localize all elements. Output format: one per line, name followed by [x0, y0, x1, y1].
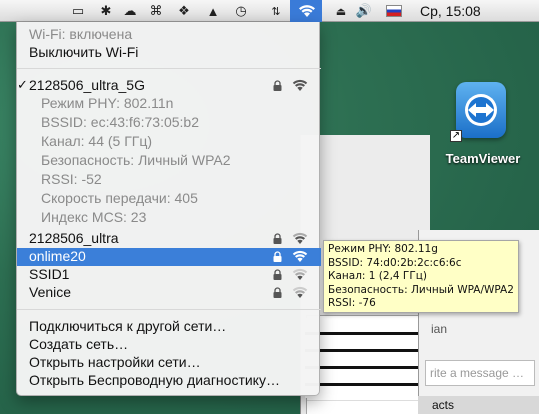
- tooltip-rssi: RSSI: -76: [328, 297, 376, 309]
- current-network-name: 2128506_ultra_5G: [29, 77, 145, 93]
- tooltip-bssid: BSSID: 74:d0:2b:2c:c6:6c: [328, 256, 462, 269]
- open-wireless-diagnostics-item[interactable]: Открыть Беспроводную диагностику…: [17, 372, 321, 390]
- wifi-dropdown-menu: Wi-Fi: включена Выключить Wi-Fi ✓ 212850…: [16, 22, 321, 396]
- tooltip-security: Безопасность: Личный WPA/WPA2: [328, 283, 514, 296]
- cloud-icon[interactable]: ☁: [122, 3, 138, 19]
- network-name: 2128506_ultra: [29, 230, 119, 246]
- chat-message-input[interactable]: rite a message …: [425, 360, 535, 386]
- display-icon[interactable]: ▭: [70, 3, 86, 19]
- lock-icon: [273, 233, 282, 244]
- network-item[interactable]: SSID1: [17, 266, 321, 284]
- alias-arrow-icon: ↗: [450, 130, 462, 142]
- menubar-clock[interactable]: Ср, 15:08: [420, 3, 481, 19]
- network-detail-rate: Скорость передачи: 405: [41, 190, 198, 206]
- wifi-status: Wi-Fi: включена: [29, 26, 133, 42]
- background-spreadsheet-lines: [305, 318, 425, 398]
- network-name: Venice: [29, 284, 72, 300]
- network-name: onlime20: [29, 248, 86, 264]
- network-item[interactable]: 2128506_ultra: [17, 230, 321, 248]
- toggle-wifi-item[interactable]: Выключить Wi-Fi: [17, 44, 321, 62]
- tooltip-phy: Режим PHY: 802.11g: [328, 243, 438, 255]
- wifi-signal-icon: [292, 250, 308, 262]
- current-network-item[interactable]: ✓ 2128506_ultra_5G: [17, 77, 321, 95]
- network-detail-channel: Канал: 44 (5 ГГц): [41, 133, 153, 149]
- chat-partial-label: ian: [431, 322, 448, 336]
- network-detail-mcs: Индекс MCS: 23: [41, 209, 147, 225]
- bluetooth-icon[interactable]: ✱: [98, 3, 114, 19]
- russian-flag-icon[interactable]: [386, 5, 402, 17]
- timemachine-icon[interactable]: ◷: [233, 3, 249, 19]
- network-detail-phy: Режим PHY: 802.11n: [41, 95, 174, 111]
- wifi-signal-icon: [292, 79, 308, 91]
- network-detail-rssi: RSSI: -52: [41, 171, 102, 187]
- menu-bar: ▭ ✱ ☁ ⌘ ❖ ▲ ◷ ⇅ ⏏ 🔊 Ср, 15:08: [0, 0, 539, 22]
- lock-icon: [273, 80, 282, 91]
- join-other-network-item[interactable]: Подключиться к другой сети…: [17, 318, 321, 336]
- teamviewer-app-icon[interactable]: [456, 82, 506, 138]
- network-detail-bssid: BSSID: ec:43:f6:73:05:b2: [41, 114, 199, 130]
- network-name: SSID1: [29, 266, 70, 282]
- eject-icon[interactable]: ⏏: [333, 3, 349, 19]
- create-network-item[interactable]: Создать сеть…: [17, 336, 321, 354]
- network-activity-icon[interactable]: ⇅: [268, 3, 284, 19]
- lock-icon: [273, 251, 282, 262]
- airplay-icon[interactable]: ▲: [205, 3, 221, 19]
- open-network-preferences-item[interactable]: Открыть настройки сети…: [17, 354, 321, 372]
- network-item-selected[interactable]: onlime20: [17, 248, 321, 266]
- teamviewer-logo-icon: [465, 94, 497, 126]
- wifi-icon[interactable]: [297, 3, 317, 19]
- wifi-signal-icon: [292, 268, 308, 280]
- wifi-signal-icon: [292, 286, 308, 298]
- network-tooltip: Режим PHY: 802.11g BSSID: 74:d0:2b:2c:c6…: [323, 240, 519, 313]
- lock-icon: [273, 287, 282, 298]
- keyboard-icon[interactable]: ⌘: [148, 3, 164, 19]
- tooltip-channel: Канал: 1 (2,4 ГГц): [328, 270, 427, 282]
- contacts-tab[interactable]: acts: [418, 396, 539, 414]
- network-detail-security: Безопасность: Личный WPA2: [41, 152, 231, 168]
- volume-icon[interactable]: 🔊: [356, 3, 372, 19]
- dropbox-icon[interactable]: ❖: [176, 3, 192, 19]
- lock-icon: [273, 269, 282, 280]
- menu-separator: [17, 68, 321, 69]
- menu-separator: [17, 309, 321, 310]
- wifi-signal-icon: [292, 232, 308, 244]
- teamviewer-label: TeamViewer: [445, 151, 521, 166]
- checkmark-icon: ✓: [17, 77, 28, 92]
- network-item[interactable]: Venice: [17, 284, 321, 302]
